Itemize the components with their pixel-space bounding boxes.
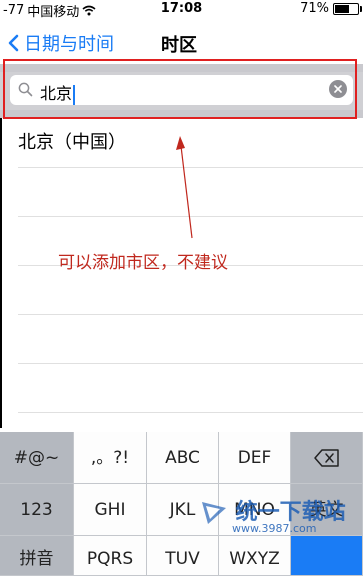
page-title: 时区 [161,35,197,56]
empty-row [18,364,363,413]
back-button[interactable]: 日期与时间 [8,30,114,56]
battery-percent: 71% [300,1,329,16]
back-button-label: 日期与时间 [24,34,114,55]
empty-row [18,266,363,315]
chevron-left-icon [8,34,19,52]
backspace-icon [313,449,339,467]
key-pinyin[interactable]: 拼音 [0,536,74,576]
key-def[interactable]: DEF [219,432,291,484]
empty-row [18,315,363,364]
annotation-text: 可以添加市区，不建议 [58,253,228,273]
status-bar: -77 中国移动 17:08 71% [0,0,363,20]
status-right: 71% [300,1,362,16]
highlight-box [3,59,357,119]
key-wxyz[interactable]: WXYZ [219,536,291,576]
battery-icon [333,2,362,15]
navigation-bar: 日期与时间 时区 [0,20,363,64]
key-ghi[interactable]: GHI [74,484,147,536]
watermark-logo: 统一下载站 www.3987.com [200,494,346,535]
watermark-emblem-icon [202,502,226,524]
key-punctuation[interactable]: ,。?! [74,432,147,484]
key-search[interactable] [291,536,363,576]
result-label: 北京（中国） [18,132,126,153]
key-123[interactable]: 123 [0,484,74,536]
key-pqrs[interactable]: PQRS [74,536,147,576]
annotation-arrow-icon [176,136,193,239]
key-delete[interactable] [291,432,363,484]
key-abc[interactable]: ABC [147,432,219,484]
key-tuv[interactable]: TUV [147,536,219,576]
key-symbols[interactable]: #@~ [0,432,74,484]
